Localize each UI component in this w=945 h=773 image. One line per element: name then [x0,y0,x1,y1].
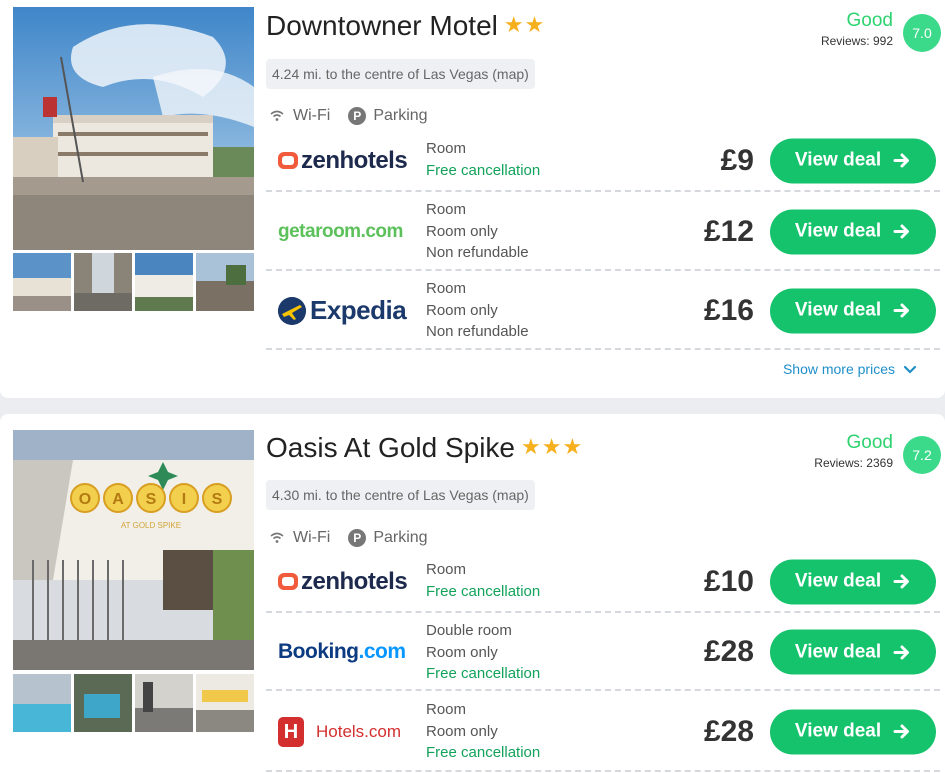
guest-rating: Good Reviews: 2369 7.2 [741,432,941,474]
hotel-name[interactable]: Downtowner Motel ★★ [266,10,545,42]
rating-label: Good [846,10,893,31]
sign-letter-a: A [112,491,124,508]
hotel-thumbnail[interactable] [74,674,132,732]
hotel-thumbnail[interactable] [13,674,71,732]
room-details: Room Free cancellation [426,140,541,179]
provider-logo-hotels-com: H Hotels.com [278,712,401,752]
sign-letter-o: O [79,491,91,508]
deal-price: £16 [703,293,754,327]
deal-row[interactable]: getaroom.com Room Room only Non refundab… [266,194,940,271]
hotel-thumbnails [13,253,254,311]
room-details: Room Room only Free cancellation [426,701,541,761]
hotel-name[interactable]: Oasis At Gold Spike ★★★ [266,432,583,464]
sign-letter-s2: S [212,491,223,508]
arrow-right-icon [893,224,910,239]
view-deal-button[interactable]: View deal [770,709,936,754]
deal-row[interactable]: zenhotels Room Free cancellation £10 Vie… [266,552,940,613]
hotel-main-photo[interactable]: O A S I S AT GOLD SPIKE [13,430,254,670]
deal-price: £10 [703,564,754,598]
guest-rating: Good Reviews: 992 7.0 [741,10,941,52]
wifi-icon [270,110,284,121]
view-deal-button[interactable]: View deal [770,559,936,604]
sign-subtitle: AT GOLD SPIKE [121,521,181,530]
parking-icon: P [348,107,367,125]
provider-logo-zenhotels: zenhotels [278,141,408,181]
room-details: Room Free cancellation [426,561,541,600]
distance-to-centre[interactable]: 4.30 mi. to the centre of Las Vegas (map… [266,480,535,510]
zenhotels-logo-icon [278,152,298,169]
sign-letter-i: I [182,491,186,508]
sign-letter-s: S [146,491,157,508]
hotel-card-oasis: O A S I S AT GOLD SPIKE Oasis At Gold Spike ★… [0,414,945,773]
deal-row[interactable]: Booking .com Double room Room only Free c… [266,615,940,691]
hotel-thumbnails [13,674,254,732]
provider-logo-expedia: Expedia [278,291,407,331]
star-rating: ★★ [503,12,546,37]
arrow-right-icon [893,574,910,589]
parking-icon: P [348,529,367,547]
expedia-globe-icon [278,296,306,325]
hotels-com-logo-icon: H [278,716,304,747]
provider-logo-booking: Booking .com [278,640,406,663]
arrow-right-icon [893,724,910,739]
chevron-down-icon [903,365,917,374]
hotel-thumbnail[interactable] [196,253,254,311]
amenity-parking: Parking [373,107,428,124]
rating-score-badge: 7.0 [903,14,941,52]
rating-score-badge: 7.2 [903,436,941,474]
deal-row[interactable]: Expedia Room Room only Non refundable £1… [266,273,940,350]
arrow-right-icon [893,645,910,659]
deal-row[interactable]: H Hotels.com Room Room only Free cancella… [266,693,940,772]
room-details: Room Room only Non refundable [426,201,529,261]
arrow-right-icon [893,153,910,168]
amenities: Wi-Fi P Parking [270,106,428,126]
view-deal-button[interactable]: View deal [770,138,936,183]
provider-logo-zenhotels: zenhotels [278,562,408,602]
zenhotels-logo-icon [278,573,298,590]
deal-price: £28 [703,714,754,748]
hotel-thumbnail[interactable] [13,253,71,311]
review-count: Reviews: 992 [820,34,893,48]
arrow-right-icon [893,303,910,318]
review-count: Reviews: 2369 [814,456,893,470]
star-rating: ★★★ [521,434,584,459]
room-details: Room Room only Non refundable [426,280,529,340]
deal-price: £9 [720,143,754,177]
wifi-icon [270,532,284,543]
amenities: Wi-Fi P Parking [270,528,428,548]
amenity-wifi: Wi-Fi [293,529,331,546]
hotel-thumbnail[interactable] [135,253,193,311]
hotel-main-photo[interactable] [13,7,254,250]
show-more-prices-link[interactable]: Show more prices [783,361,917,377]
hotel-thumbnail[interactable] [74,253,132,311]
room-details: Double room Room only Free cancellation [426,622,541,682]
view-deal-button[interactable]: View deal [770,209,936,254]
deal-price: £28 [703,635,754,668]
view-deal-button[interactable]: View deal [770,288,936,333]
hotel-thumbnail[interactable] [196,674,254,732]
deal-price: £12 [703,214,754,248]
deal-row[interactable]: zenhotels Room Free cancellation £9 View… [266,131,940,192]
view-deal-button[interactable]: View deal [770,629,936,675]
distance-to-centre[interactable]: 4.24 mi. to the centre of Las Vegas (map… [266,59,535,89]
amenity-parking: Parking [373,529,428,546]
hotel-card-downtowner: Downtowner Motel ★★ Good Reviews: 992 7.0… [0,0,945,398]
hotel-thumbnail[interactable] [135,674,193,732]
amenity-wifi: Wi-Fi [293,107,331,124]
provider-logo-getaroom: getaroom.com [278,220,403,242]
rating-label: Good [846,432,893,453]
